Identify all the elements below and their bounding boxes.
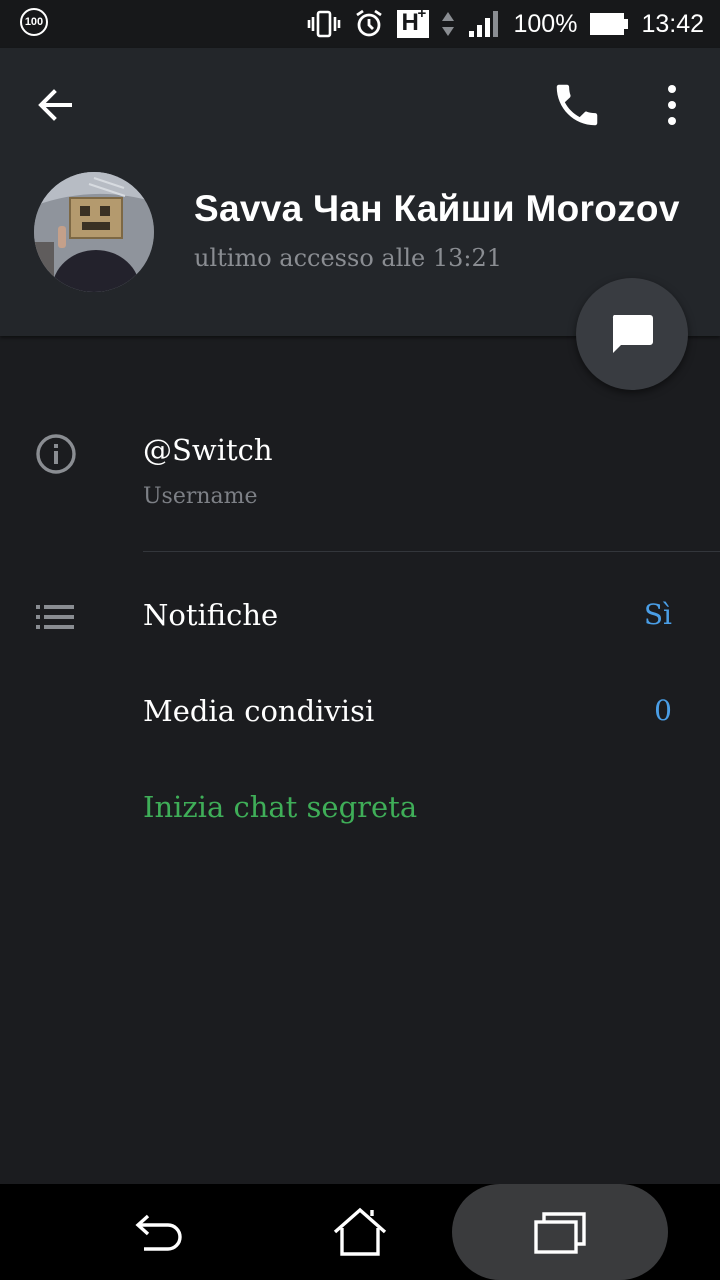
vibrate-icon bbox=[307, 9, 341, 39]
divider bbox=[143, 551, 720, 552]
chat-bubble-icon bbox=[612, 315, 653, 353]
back-button[interactable] bbox=[30, 80, 80, 130]
system-navigation-bar bbox=[0, 1184, 720, 1280]
nav-back-button[interactable] bbox=[130, 1204, 190, 1260]
status-bar: 100 H + 100% 13:42 bbox=[0, 0, 720, 48]
shared-media-count: 0 bbox=[654, 694, 672, 727]
profile-name: Savva Чан Кайши Morozov bbox=[194, 188, 680, 229]
nav-home-icon bbox=[333, 1207, 387, 1256]
notifications-value: Sì bbox=[643, 598, 672, 631]
data-arrows-icon bbox=[441, 9, 455, 39]
avatar[interactable] bbox=[34, 172, 154, 292]
alarm-icon bbox=[353, 9, 385, 39]
nav-home-button[interactable] bbox=[330, 1204, 390, 1264]
username-label: Username bbox=[143, 484, 258, 509]
info-icon bbox=[36, 434, 76, 474]
battery-percent: 100% bbox=[513, 9, 578, 38]
last-seen-status: ultimo accesso alle 13:21 bbox=[194, 244, 503, 272]
nav-recents-button[interactable] bbox=[530, 1208, 590, 1258]
send-message-fab[interactable] bbox=[576, 278, 688, 390]
battery-icon bbox=[589, 9, 629, 39]
status-time: 13:42 bbox=[641, 9, 704, 38]
notification-100-icon: 100 bbox=[20, 8, 48, 36]
call-button[interactable] bbox=[550, 78, 604, 132]
back-arrow-icon bbox=[38, 89, 72, 121]
phone-icon bbox=[556, 84, 598, 126]
notifications-label: Notifiche bbox=[143, 598, 279, 632]
more-options-button[interactable] bbox=[650, 78, 694, 132]
signal-icon bbox=[467, 9, 501, 39]
start-secret-chat-button[interactable]: Inizia chat segreta bbox=[143, 790, 417, 824]
shared-media-label: Media condivisi bbox=[143, 694, 375, 728]
more-vert-icon bbox=[668, 85, 676, 125]
network-type-icon: H + bbox=[397, 5, 430, 39]
list-icon bbox=[36, 605, 74, 629]
username-value: @Switch bbox=[143, 433, 273, 467]
network-type-plus: + bbox=[417, 5, 427, 22]
network-type-label: H bbox=[401, 9, 419, 36]
nav-back-icon bbox=[135, 1214, 182, 1251]
nav-recents-icon bbox=[534, 1212, 586, 1254]
